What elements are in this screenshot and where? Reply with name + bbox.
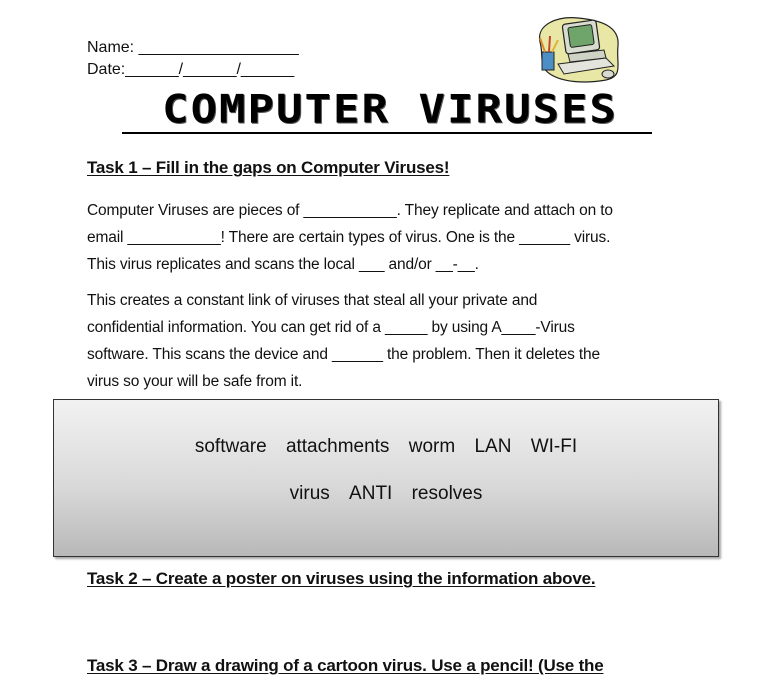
word-bank-word: attachments — [285, 436, 390, 457]
paragraph-line: confidential information. You can get ri… — [87, 319, 575, 336]
paragraph-line: Computer Viruses are pieces of _________… — [87, 202, 613, 219]
word-bank-box: software attachments worm LAN WI-FI viru… — [53, 399, 719, 557]
word-bank-word: worm — [408, 436, 456, 457]
word-bank-word: software — [194, 436, 267, 457]
task1-paragraph-2: This creates a constant link of viruses … — [87, 287, 687, 395]
word-bank-word: WI-FI — [530, 436, 578, 457]
word-bank-word: virus — [289, 483, 330, 504]
name-field-label: Name: __________________ — [87, 39, 299, 56]
title-underline — [122, 132, 652, 134]
task1-paragraph-1: Computer Viruses are pieces of _________… — [87, 197, 687, 278]
paragraph-line: This virus replicates and scans the loca… — [87, 256, 479, 273]
word-bank-word: LAN — [474, 436, 512, 457]
task1-heading: Task 1 – Fill in the gaps on Computer Vi… — [87, 158, 450, 177]
computer-clipart-icon — [528, 12, 628, 86]
paragraph-line: This creates a constant link of viruses … — [87, 292, 538, 309]
task3-heading: Task 3 – Draw a drawing of a cartoon vir… — [87, 656, 604, 675]
date-field-label: Date:______/______/______ — [87, 61, 295, 78]
paragraph-line: software. This scans the device and ____… — [87, 346, 600, 363]
page-title: COMPUTER VIRUSES — [162, 86, 618, 133]
paragraph-line: email ___________! There are certain typ… — [87, 229, 611, 246]
word-bank-row-2: virus ANTI resolves — [54, 482, 718, 506]
word-bank-row-1: software attachments worm LAN WI-FI — [54, 435, 718, 459]
word-bank-word: resolves — [411, 483, 483, 504]
paragraph-line: virus so your will be safe from it. — [87, 373, 303, 390]
word-bank-word: ANTI — [349, 483, 393, 504]
task2-heading: Task 2 – Create a poster on viruses usin… — [87, 569, 596, 588]
